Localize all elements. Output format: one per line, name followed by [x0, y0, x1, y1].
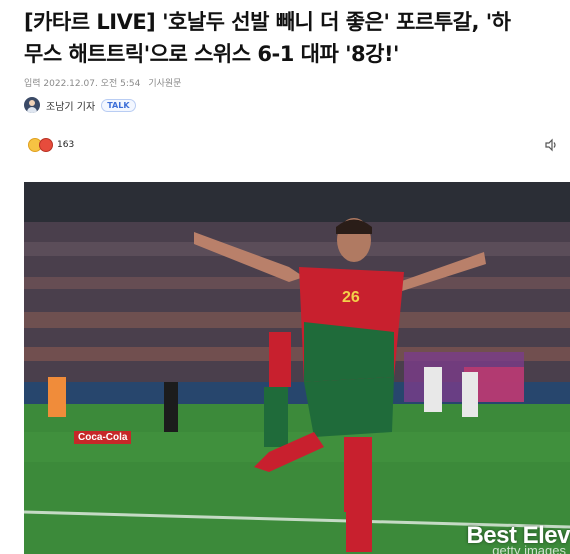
talk-badge[interactable]: TALK [101, 98, 136, 112]
emoji-reaction-icon [28, 138, 53, 152]
watermark-logo: Best Elev [466, 522, 570, 549]
reaction-count: 163 [57, 140, 75, 150]
speaker-icon[interactable] [544, 138, 558, 152]
jersey-number: 26 [342, 289, 360, 306]
input-timestamp: 입력 2022.12.07. 오전 5:54 [24, 79, 141, 89]
coca-cola-adboard: Coca-Cola [74, 431, 132, 444]
reporter-avatar [24, 97, 40, 113]
match-photo-illustration [24, 182, 570, 554]
headline-line-1: [카타르 LIVE] '호날두 선발 빼니 더 좋은' 포르투갈, '하 [24, 10, 511, 34]
byline: 조남기 기자 TALK [24, 97, 136, 113]
reaction-button[interactable]: 163 [28, 138, 74, 152]
headline-line-2: 무스 해트트릭'으로 스위스 6-1 대파 '8강!' [24, 42, 399, 66]
original-article-link[interactable]: 기사원문 [148, 76, 181, 89]
reporter-name[interactable]: 조남기 기자 [46, 98, 95, 113]
article-photo: Coca-Cola 26 getty images Best Elev [24, 182, 570, 554]
article-meta: 입력 2022.12.07. 오전 5:54 기사원문 [24, 76, 181, 89]
article-headline: [카타르 LIVE] '호날두 선발 빼니 더 좋은' 포르투갈, '하 무스 … [24, 6, 570, 70]
